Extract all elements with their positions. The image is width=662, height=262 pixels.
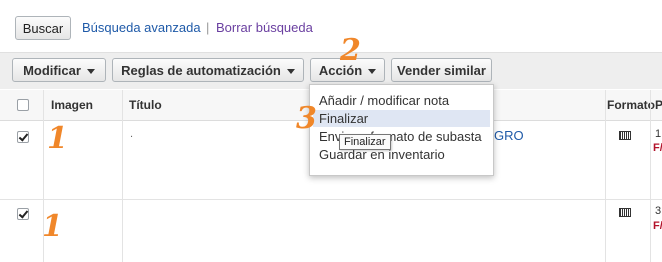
chevron-down-icon — [286, 68, 295, 74]
step-annotation-row2: 1 — [42, 209, 63, 244]
automation-rules-label: Reglas de automatización — [121, 62, 281, 78]
finalize-tooltip: Finalizar — [339, 134, 391, 150]
chevron-down-icon — [86, 68, 95, 74]
chevron-down-icon — [368, 68, 377, 74]
clear-search-link[interactable]: Borrar búsqueda — [216, 20, 313, 35]
step-annotation-action: 2 — [340, 33, 361, 68]
action-dropdown-menu: Añadir / modificar nota Finalizar Enviar… — [309, 84, 494, 176]
column-divider — [122, 90, 123, 262]
modify-button-label: Modificar — [23, 62, 81, 78]
select-all-checkbox[interactable] — [17, 99, 29, 111]
fixed-price-format-icon — [619, 208, 631, 217]
column-header-title[interactable]: Título — [129, 98, 162, 112]
price-badge: F/ — [653, 142, 662, 154]
step-annotation-row1: 1 — [47, 121, 68, 156]
menu-item-add-note[interactable]: Añadir / modificar nota — [319, 93, 449, 108]
row-checkbox[interactable] — [17, 131, 29, 143]
modify-button[interactable]: Modificar — [12, 58, 106, 82]
automation-rules-button[interactable]: Reglas de automatización — [112, 58, 304, 82]
column-header-format: Formato — [607, 98, 655, 112]
row-price-value: 1 — [655, 128, 662, 140]
column-header-image: Imagen — [51, 98, 94, 112]
row-divider — [0, 199, 662, 200]
search-button[interactable]: Buscar — [15, 16, 71, 40]
row-checkbox[interactable] — [17, 208, 29, 220]
fixed-price-format-icon — [619, 131, 631, 140]
item-title-link[interactable]: GRO — [494, 128, 524, 143]
price-badge: F/ — [653, 220, 662, 232]
advanced-search-link[interactable]: Búsqueda avanzada — [82, 20, 201, 35]
sell-similar-button[interactable]: Vender similar — [391, 58, 492, 82]
step-annotation-finalize: 3 — [296, 101, 317, 136]
column-divider — [605, 90, 606, 262]
row-title[interactable]: . — [130, 128, 133, 140]
column-header-price[interactable]: Pr — [655, 98, 662, 112]
menu-item-finalize[interactable]: Finalizar — [319, 111, 368, 126]
column-divider — [650, 90, 651, 262]
row-price-value: 3 — [655, 205, 662, 217]
link-separator: | — [206, 20, 210, 35]
